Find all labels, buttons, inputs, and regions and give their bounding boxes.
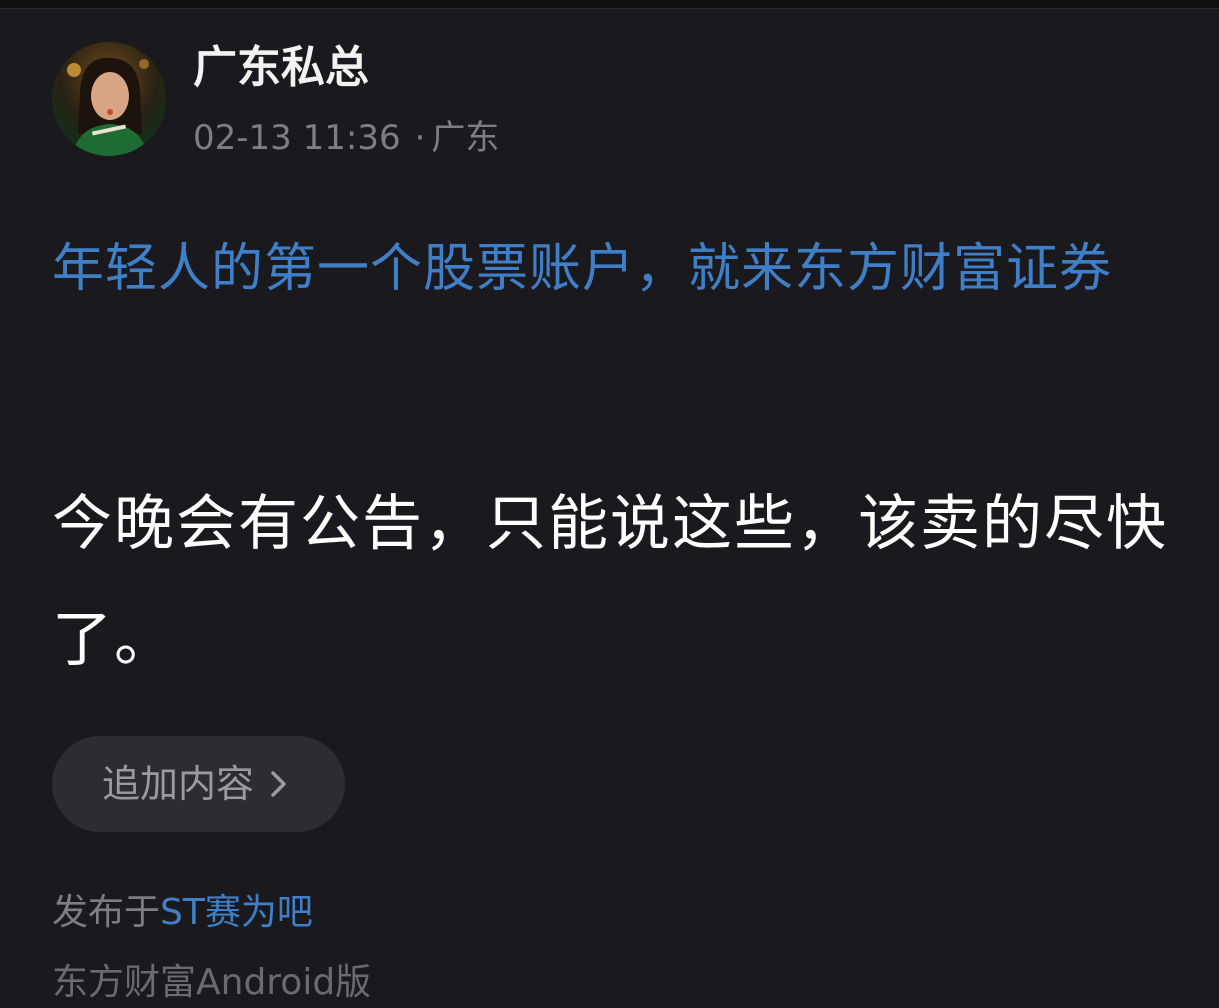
promo-link[interactable]: 年轻人的第一个股票账户，就来东方财富证券 [52, 226, 1172, 312]
published-in: 发布于ST赛为吧 [52, 888, 313, 938]
append-content-label: 追加内容 [102, 762, 255, 806]
append-content-button[interactable]: 追加内容 [52, 736, 345, 832]
published-prefix: 发布于 [52, 892, 161, 933]
post-location: 广东 [431, 118, 500, 158]
chevron-right-icon [268, 736, 290, 832]
avatar-image [52, 42, 166, 156]
post-content: 今晚会有公告，只能说这些，该卖的尽快了。 [52, 489, 1168, 675]
top-divider [0, 0, 1219, 9]
post-source: 东方财富Android版 [52, 962, 372, 1003]
post-time: 02-13 11:36 [193, 118, 401, 158]
author-name[interactable]: 广东私总 [193, 40, 369, 96]
post-meta: 02-13 11:36 · 广东 [193, 115, 499, 161]
avatar[interactable] [52, 42, 166, 156]
board-link[interactable]: ST赛为吧 [160, 892, 313, 933]
meta-separator: · [414, 118, 426, 158]
